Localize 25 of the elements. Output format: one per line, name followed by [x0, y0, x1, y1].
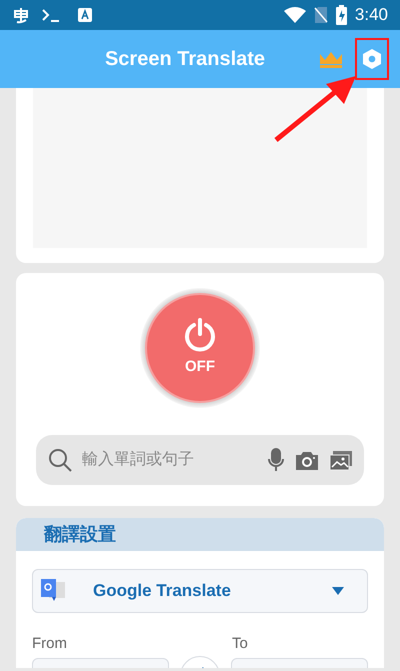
search-field[interactable]: 輸入單詞或句子 [36, 435, 364, 485]
no-sim-icon [314, 6, 328, 24]
card-title: 翻譯設置 [44, 523, 116, 546]
from-label: From [32, 634, 67, 654]
crown-icon [320, 52, 342, 68]
search-input[interactable]: 輸入單詞或句子 [82, 448, 262, 472]
search-icon [48, 448, 72, 472]
microphone-icon[interactable] [268, 448, 284, 472]
wifi-icon [284, 7, 306, 23]
keyboard-icon [78, 8, 92, 22]
battery-icon [336, 5, 347, 25]
translator-dropdown[interactable]: Google Translate [32, 569, 368, 613]
status-time: 3:40 [354, 4, 388, 26]
power-icon [183, 318, 217, 352]
to-label: To [232, 634, 249, 654]
camera-icon[interactable] [296, 450, 318, 470]
settings-icon [363, 49, 381, 69]
settings-button[interactable] [355, 38, 389, 80]
translate-icon [41, 579, 65, 603]
app-title: Screen Translate [104, 47, 266, 72]
terminal-icon [42, 8, 62, 22]
image-icon[interactable] [330, 450, 352, 470]
dropdown-caret-icon [332, 587, 344, 595]
bug-icon [12, 6, 30, 24]
power-button[interactable]: OFF [145, 293, 255, 403]
